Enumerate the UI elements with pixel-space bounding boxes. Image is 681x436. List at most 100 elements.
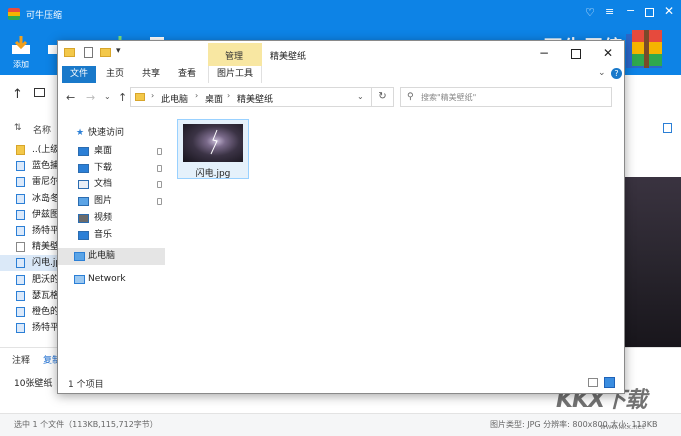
search-box[interactable]: ⚲ 搜索"精美壁纸" — [400, 87, 612, 107]
explorer-content-pane: 闪电.jpg — [165, 115, 624, 373]
explorer-maximize-button[interactable] — [560, 41, 592, 66]
nav-item-6[interactable]: 音乐 — [58, 227, 165, 244]
help-icon[interactable]: ? — [611, 68, 622, 79]
nav-item-4[interactable]: 图片 — [58, 193, 165, 210]
preview-image — [622, 177, 681, 367]
list-item-name: 肥沃的 — [32, 274, 60, 285]
explorer-minimize-button[interactable]: − — [528, 41, 560, 66]
search-icon: ⚲ — [407, 92, 414, 102]
nav-quick-access[interactable]: ★ 快速访问 — [58, 125, 165, 142]
nav-item-5[interactable]: 视频 — [58, 210, 165, 227]
explorer-ribbon: 文件 主页 共享 查看 图片工具 ⌄ ? — [58, 66, 624, 84]
new-folder-icon[interactable] — [100, 48, 111, 57]
music-icon — [78, 230, 89, 240]
maximize-icon[interactable] — [645, 8, 654, 17]
quick-access-toolbar-dropdown[interactable]: ▾ — [116, 46, 121, 56]
explorer-titlebar: ▾ 管理 精美壁纸 − ✕ — [58, 41, 624, 66]
list-header-name[interactable]: 名称 — [33, 123, 51, 136]
computer-icon — [74, 252, 85, 261]
app-file-list: ⇅ 名称 ..(上级目录)蓝色捕雷尼尔冰岛冬伊兹图扬特平精美壁闪电.jpg肥沃的… — [0, 117, 60, 347]
close-icon[interactable]: ✕ — [664, 4, 674, 18]
image-file-icon — [16, 161, 25, 172]
list-item[interactable]: ..(上级目录) — [0, 142, 60, 158]
nav-item-3[interactable]: 文档 — [58, 176, 165, 193]
download-icon — [78, 163, 89, 173]
list-item[interactable]: 瑟瓦格 — [0, 288, 60, 304]
lightning-thumbnail — [183, 124, 243, 162]
computer-icon[interactable] — [34, 88, 45, 97]
list-item[interactable]: 扬特平 — [0, 223, 60, 239]
image-file-icon — [16, 323, 25, 334]
breadcrumb-this-pc[interactable]: 此电脑 — [161, 92, 188, 105]
pin-icon[interactable] — [157, 148, 162, 155]
pin-icon[interactable] — [157, 181, 162, 189]
list-item[interactable]: 冰岛冬 — [0, 191, 60, 207]
details-view-icon[interactable] — [588, 378, 598, 387]
app-title: 可牛压缩 — [26, 11, 63, 21]
list-item[interactable]: 雷尼尔 — [0, 174, 60, 190]
explorer-close-button[interactable]: ✕ — [592, 41, 624, 66]
minimize-icon: − — [538, 46, 550, 60]
refresh-button[interactable]: ↻ — [372, 87, 394, 107]
manage-tab-label: 管理 — [225, 52, 244, 62]
explorer-address-row: ← → ⌄ ↑ › 此电脑 › 桌面 › 精美壁纸 ⌄ ↻ ⚲ 搜索"精美壁纸" — [58, 83, 624, 115]
list-item[interactable]: 伊兹图 — [0, 207, 60, 223]
list-item[interactable]: 蓝色捕 — [0, 158, 60, 174]
star-icon: ★ — [76, 128, 85, 138]
breadcrumb-desktop[interactable]: 桌面 — [205, 92, 223, 105]
comment-label: 注释 — [12, 356, 31, 366]
list-item[interactable]: 橙色的 — [0, 304, 60, 320]
back-arrow-icon[interactable]: ← — [66, 91, 75, 104]
address-bar[interactable]: › 此电脑 › 桌面 › 精美壁纸 ⌄ — [130, 87, 372, 107]
pin-icon[interactable] — [157, 198, 162, 206]
manage-tab-highlight[interactable]: 管理 — [208, 43, 262, 66]
explorer-statusbar: 1 个项目 — [58, 373, 624, 393]
list-item[interactable]: 扬特平 — [0, 320, 60, 336]
close-icon: ✕ — [602, 46, 614, 60]
tab-picture-tools[interactable]: 图片工具 — [208, 66, 262, 83]
nav-item-label: 桌面 — [94, 146, 113, 156]
nav-item-label: 视频 — [94, 212, 113, 223]
large-icons-view-icon[interactable] — [604, 377, 615, 388]
pin-icon[interactable] — [157, 164, 162, 172]
tab-view[interactable]: 查看 — [170, 66, 204, 83]
menu-icon[interactable]: ≡ — [605, 5, 614, 18]
ribbon-collapse-icon[interactable]: ⌄ — [598, 68, 606, 78]
nav-network[interactable]: Network — [58, 271, 165, 288]
minimize-icon[interactable]: − — [626, 4, 635, 17]
search-placeholder: 搜索"精美壁纸" — [421, 93, 477, 102]
list-item[interactable]: 精美壁 — [0, 239, 60, 255]
up-arrow-icon[interactable]: ↑ — [12, 87, 23, 102]
list-item-name: 闪电.jpg — [32, 258, 60, 269]
up-arrow-icon[interactable]: ↑ — [118, 91, 127, 104]
breadcrumb-wallpapers[interactable]: 精美壁纸 — [237, 92, 273, 105]
preview-toggle-icon[interactable] — [663, 123, 672, 133]
nav-item-2[interactable]: 下载 — [58, 160, 165, 177]
list-item-name: 橙色的 — [32, 307, 60, 317]
recent-dropdown-icon[interactable]: ⌄ — [104, 92, 111, 101]
image-file-icon — [16, 209, 25, 220]
forward-arrow-icon[interactable]: → — [86, 91, 95, 104]
list-item-name: 蓝色捕 — [32, 161, 60, 172]
breadcrumb-sep-icon: › — [227, 91, 231, 100]
tab-share[interactable]: 共享 — [134, 66, 168, 83]
explorer-window: ▾ 管理 精美壁纸 − ✕ 文件 主页 共享 查看 图片工具 ⌄ ? ← → ⌄… — [57, 40, 625, 394]
tab-file[interactable]: 文件 — [62, 66, 96, 83]
image-file-icon — [16, 226, 25, 236]
properties-icon[interactable] — [84, 47, 93, 58]
nav-this-pc[interactable]: 此电脑 — [58, 248, 165, 265]
heart-icon[interactable]: ♡ — [585, 6, 595, 19]
list-item[interactable]: 肥沃的 — [0, 272, 60, 288]
list-item[interactable]: 闪电.jpg — [0, 255, 60, 272]
image-file-icon — [16, 193, 25, 204]
selection-status: 选中 1 个文件（113KB,115,712字节） — [14, 420, 158, 429]
sort-icon[interactable]: ⇅ — [14, 123, 22, 133]
address-dropdown-icon[interactable]: ⌄ — [357, 92, 364, 101]
image-file-icon — [16, 307, 25, 317]
file-item[interactable]: 闪电.jpg — [177, 119, 249, 179]
desktop-icon — [78, 147, 89, 156]
nav-item-1[interactable]: 桌面 — [58, 143, 165, 160]
folder-icon — [16, 145, 25, 155]
tab-home[interactable]: 主页 — [98, 66, 132, 83]
add-button[interactable]: 添加 — [4, 28, 38, 75]
